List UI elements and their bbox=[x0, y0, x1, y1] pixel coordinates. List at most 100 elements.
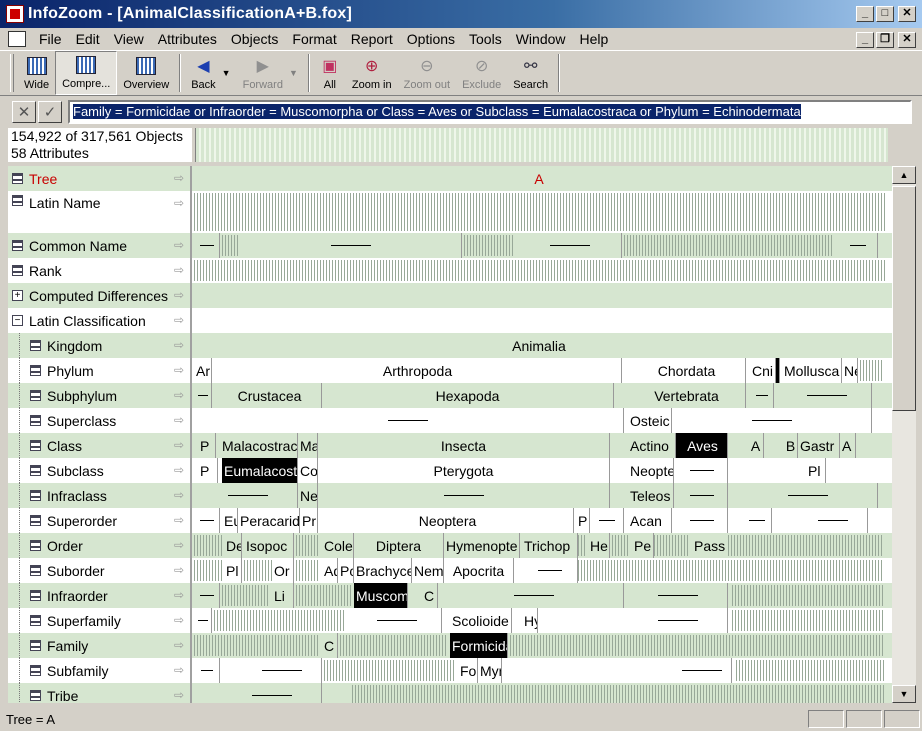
arrow-right-icon[interactable]: ⇨ bbox=[174, 288, 184, 302]
value-cells[interactable] bbox=[192, 233, 892, 258]
menu-view[interactable]: View bbox=[107, 29, 151, 49]
value-cell[interactable]: B bbox=[784, 433, 798, 458]
value-cell[interactable]: Neopte bbox=[628, 458, 674, 483]
arrow-right-icon[interactable]: ⇨ bbox=[174, 613, 184, 627]
value-cell[interactable]: Diptera bbox=[354, 533, 444, 558]
menu-objects[interactable]: Objects bbox=[224, 29, 285, 49]
value-cell[interactable] bbox=[444, 583, 624, 608]
value-cell[interactable]: Crustacea bbox=[218, 383, 322, 408]
sort-icon[interactable] bbox=[30, 465, 41, 476]
sort-icon[interactable] bbox=[30, 565, 41, 576]
value-cells[interactable]: Crustacea Hexapoda Vertebrata bbox=[192, 383, 892, 408]
attribute-label-common-name[interactable]: Common Name ⇨ bbox=[8, 233, 192, 258]
sort-icon[interactable] bbox=[30, 540, 41, 551]
value-cells[interactable] bbox=[192, 258, 892, 283]
value-cell[interactable] bbox=[240, 233, 462, 258]
scroll-down-button[interactable]: ▼ bbox=[892, 685, 916, 703]
value-cell[interactable] bbox=[318, 483, 610, 508]
attribute-label-phylum[interactable]: Phylum ⇨ bbox=[8, 358, 192, 383]
value-cell[interactable]: He bbox=[588, 533, 610, 558]
zoom-in-button[interactable]: ⊕ Zoom in bbox=[346, 51, 398, 95]
overview-button[interactable]: Overview bbox=[117, 51, 175, 95]
exclude-button[interactable]: ⊘ Exclude bbox=[456, 51, 507, 95]
value-cell[interactable]: A bbox=[192, 166, 886, 191]
value-cells[interactable]: Fo Myr bbox=[192, 658, 892, 683]
value-cell[interactable] bbox=[194, 233, 220, 258]
value-cell[interactable]: Ma bbox=[298, 433, 318, 458]
value-cell-selected[interactable]: Muscom bbox=[354, 583, 408, 608]
value-cell[interactable]: Pass bbox=[692, 533, 728, 558]
value-cell[interactable] bbox=[738, 483, 878, 508]
sort-icon[interactable] bbox=[30, 615, 41, 626]
value-cell[interactable]: Pe bbox=[632, 533, 654, 558]
attribute-label-subclass[interactable]: Subclass ⇨ bbox=[8, 458, 192, 483]
value-cell[interactable]: Apocrita bbox=[444, 558, 514, 583]
value-cell[interactable]: Myr bbox=[478, 658, 502, 683]
value-cells[interactable] bbox=[192, 191, 892, 233]
sort-icon[interactable] bbox=[30, 340, 41, 351]
value-cells[interactable]: Ne Teleos bbox=[192, 483, 892, 508]
wide-button[interactable]: Wide bbox=[18, 51, 55, 95]
collapse-icon[interactable]: − bbox=[12, 315, 23, 326]
arrow-right-icon[interactable]: ⇨ bbox=[174, 663, 184, 677]
value-cell[interactable]: Brachyce bbox=[354, 558, 412, 583]
value-cell-selected[interactable]: Eumalacost bbox=[222, 458, 298, 483]
sort-icon[interactable] bbox=[30, 640, 41, 651]
value-cell[interactable]: Co bbox=[298, 458, 318, 483]
vertical-scrollbar[interactable]: ▲ ▼ bbox=[892, 166, 916, 703]
value-cell[interactable] bbox=[522, 558, 578, 583]
value-cell[interactable]: Pr bbox=[300, 508, 318, 533]
attribute-label-suborder[interactable]: Suborder ⇨ bbox=[8, 558, 192, 583]
value-cell[interactable]: Li bbox=[272, 583, 294, 608]
arrow-right-icon[interactable]: ⇨ bbox=[174, 313, 184, 327]
value-cell[interactable]: Hymenopte bbox=[444, 533, 520, 558]
value-cell[interactable]: Vertebrata bbox=[628, 383, 746, 408]
menu-format[interactable]: Format bbox=[285, 29, 343, 49]
sort-icon[interactable] bbox=[30, 490, 41, 501]
value-cell[interactable]: Cole bbox=[322, 533, 354, 558]
arrow-right-icon[interactable]: ⇨ bbox=[174, 463, 184, 477]
compressed-button[interactable]: Compre... bbox=[55, 51, 118, 95]
value-cells[interactable]: Pl Or Ad Pc Brachyce Nem Apocrita bbox=[192, 558, 892, 583]
all-button[interactable]: ▣ All bbox=[314, 51, 346, 95]
expand-icon[interactable]: + bbox=[12, 290, 23, 301]
arrow-right-icon[interactable]: ⇨ bbox=[174, 513, 184, 527]
sort-icon[interactable] bbox=[30, 515, 41, 526]
value-cells[interactable] bbox=[192, 308, 892, 333]
value-cell[interactable] bbox=[198, 483, 298, 508]
attribute-label-infraclass[interactable]: Infraclass ⇨ bbox=[8, 483, 192, 508]
value-cell[interactable] bbox=[194, 583, 220, 608]
value-cell[interactable] bbox=[194, 658, 220, 683]
doc-minimize-button[interactable]: _ bbox=[856, 31, 874, 48]
value-cell[interactable]: Osteic bbox=[628, 408, 672, 433]
search-button[interactable]: ⚯ Search bbox=[507, 51, 554, 95]
arrow-right-icon[interactable]: ⇨ bbox=[174, 413, 184, 427]
value-cell[interactable]: Cni bbox=[750, 358, 776, 383]
menu-help[interactable]: Help bbox=[573, 29, 616, 49]
value-cell[interactable]: Acan bbox=[628, 508, 672, 533]
sort-icon[interactable] bbox=[30, 415, 41, 426]
value-cell[interactable]: Gastr bbox=[798, 433, 840, 458]
forward-dropdown-icon[interactable]: ▼ bbox=[289, 68, 298, 78]
value-cell[interactable] bbox=[672, 658, 732, 683]
value-cell[interactable]: Insecta bbox=[318, 433, 610, 458]
attribute-label-superclass[interactable]: Superclass ⇨ bbox=[8, 408, 192, 433]
value-cell[interactable] bbox=[192, 408, 624, 433]
value-cell[interactable]: Malacostrac bbox=[220, 433, 298, 458]
attribute-label-subfamily[interactable]: Subfamily ⇨ bbox=[8, 658, 192, 683]
doc-close-button[interactable]: ✕ bbox=[898, 31, 916, 48]
attribute-label-computed-differences[interactable]: + Computed Differences ⇨ bbox=[8, 283, 192, 308]
sort-icon[interactable] bbox=[12, 265, 23, 276]
value-cells[interactable]: Scolioide Hy bbox=[192, 608, 892, 633]
value-cell-selected[interactable] bbox=[776, 358, 780, 383]
cancel-filter-button[interactable]: ✕ bbox=[12, 101, 36, 123]
attribute-label-latin-classification[interactable]: − Latin Classification ⇨ bbox=[8, 308, 192, 333]
value-cell[interactable] bbox=[676, 483, 728, 508]
app-icon[interactable] bbox=[6, 5, 24, 23]
value-cell[interactable]: P bbox=[198, 433, 216, 458]
value-cell[interactable]: Arthropoda bbox=[214, 358, 622, 383]
value-cell[interactable]: Ne bbox=[298, 483, 318, 508]
attribute-label-tree[interactable]: Tree ⇨ bbox=[8, 166, 192, 191]
back-button[interactable]: ◀ Back bbox=[185, 51, 221, 95]
value-cell[interactable]: Chordata bbox=[628, 358, 746, 383]
